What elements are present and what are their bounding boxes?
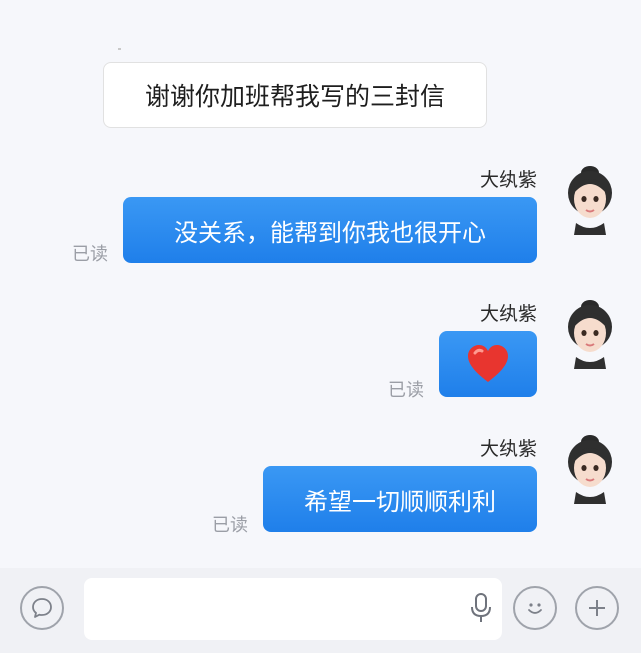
separator-dot (118, 48, 121, 50)
smiley-icon[interactable] (513, 586, 557, 630)
read-status: 已读 (388, 380, 424, 401)
avatar[interactable] (562, 297, 618, 369)
message-text: 没关系，能帮到你我也很开心 (174, 218, 486, 247)
message-input[interactable] (84, 578, 502, 640)
chat-bubble-icon[interactable] (20, 586, 64, 630)
incoming-message-bubble[interactable]: 谢谢你加班帮我写的三封信 (103, 62, 487, 128)
microphone-icon[interactable] (470, 592, 492, 624)
message-text: 谢谢你加班帮我写的三封信 (144, 82, 445, 111)
sender-name: 大纨紫 (479, 303, 537, 325)
sender-name: 大纨紫 (479, 438, 537, 460)
chat-area: 谢谢你加班帮我写的三封信 大纨紫 没关系，能帮到你我也很开心 已读 大纨紫 已读… (0, 0, 641, 568)
outgoing-emoji-bubble[interactable] (439, 331, 537, 397)
red-heart-icon (468, 345, 508, 382)
sender-name: 大纨紫 (479, 169, 537, 191)
avatar[interactable] (562, 163, 618, 235)
outgoing-message-bubble[interactable]: 希望一切顺顺利利 (263, 466, 537, 532)
plus-icon[interactable] (575, 586, 619, 630)
read-status: 已读 (212, 515, 248, 536)
read-status: 已读 (72, 244, 108, 265)
message-text: 希望一切顺顺利利 (304, 487, 496, 516)
avatar[interactable] (562, 432, 618, 504)
outgoing-message-bubble[interactable]: 没关系，能帮到你我也很开心 (123, 197, 537, 263)
